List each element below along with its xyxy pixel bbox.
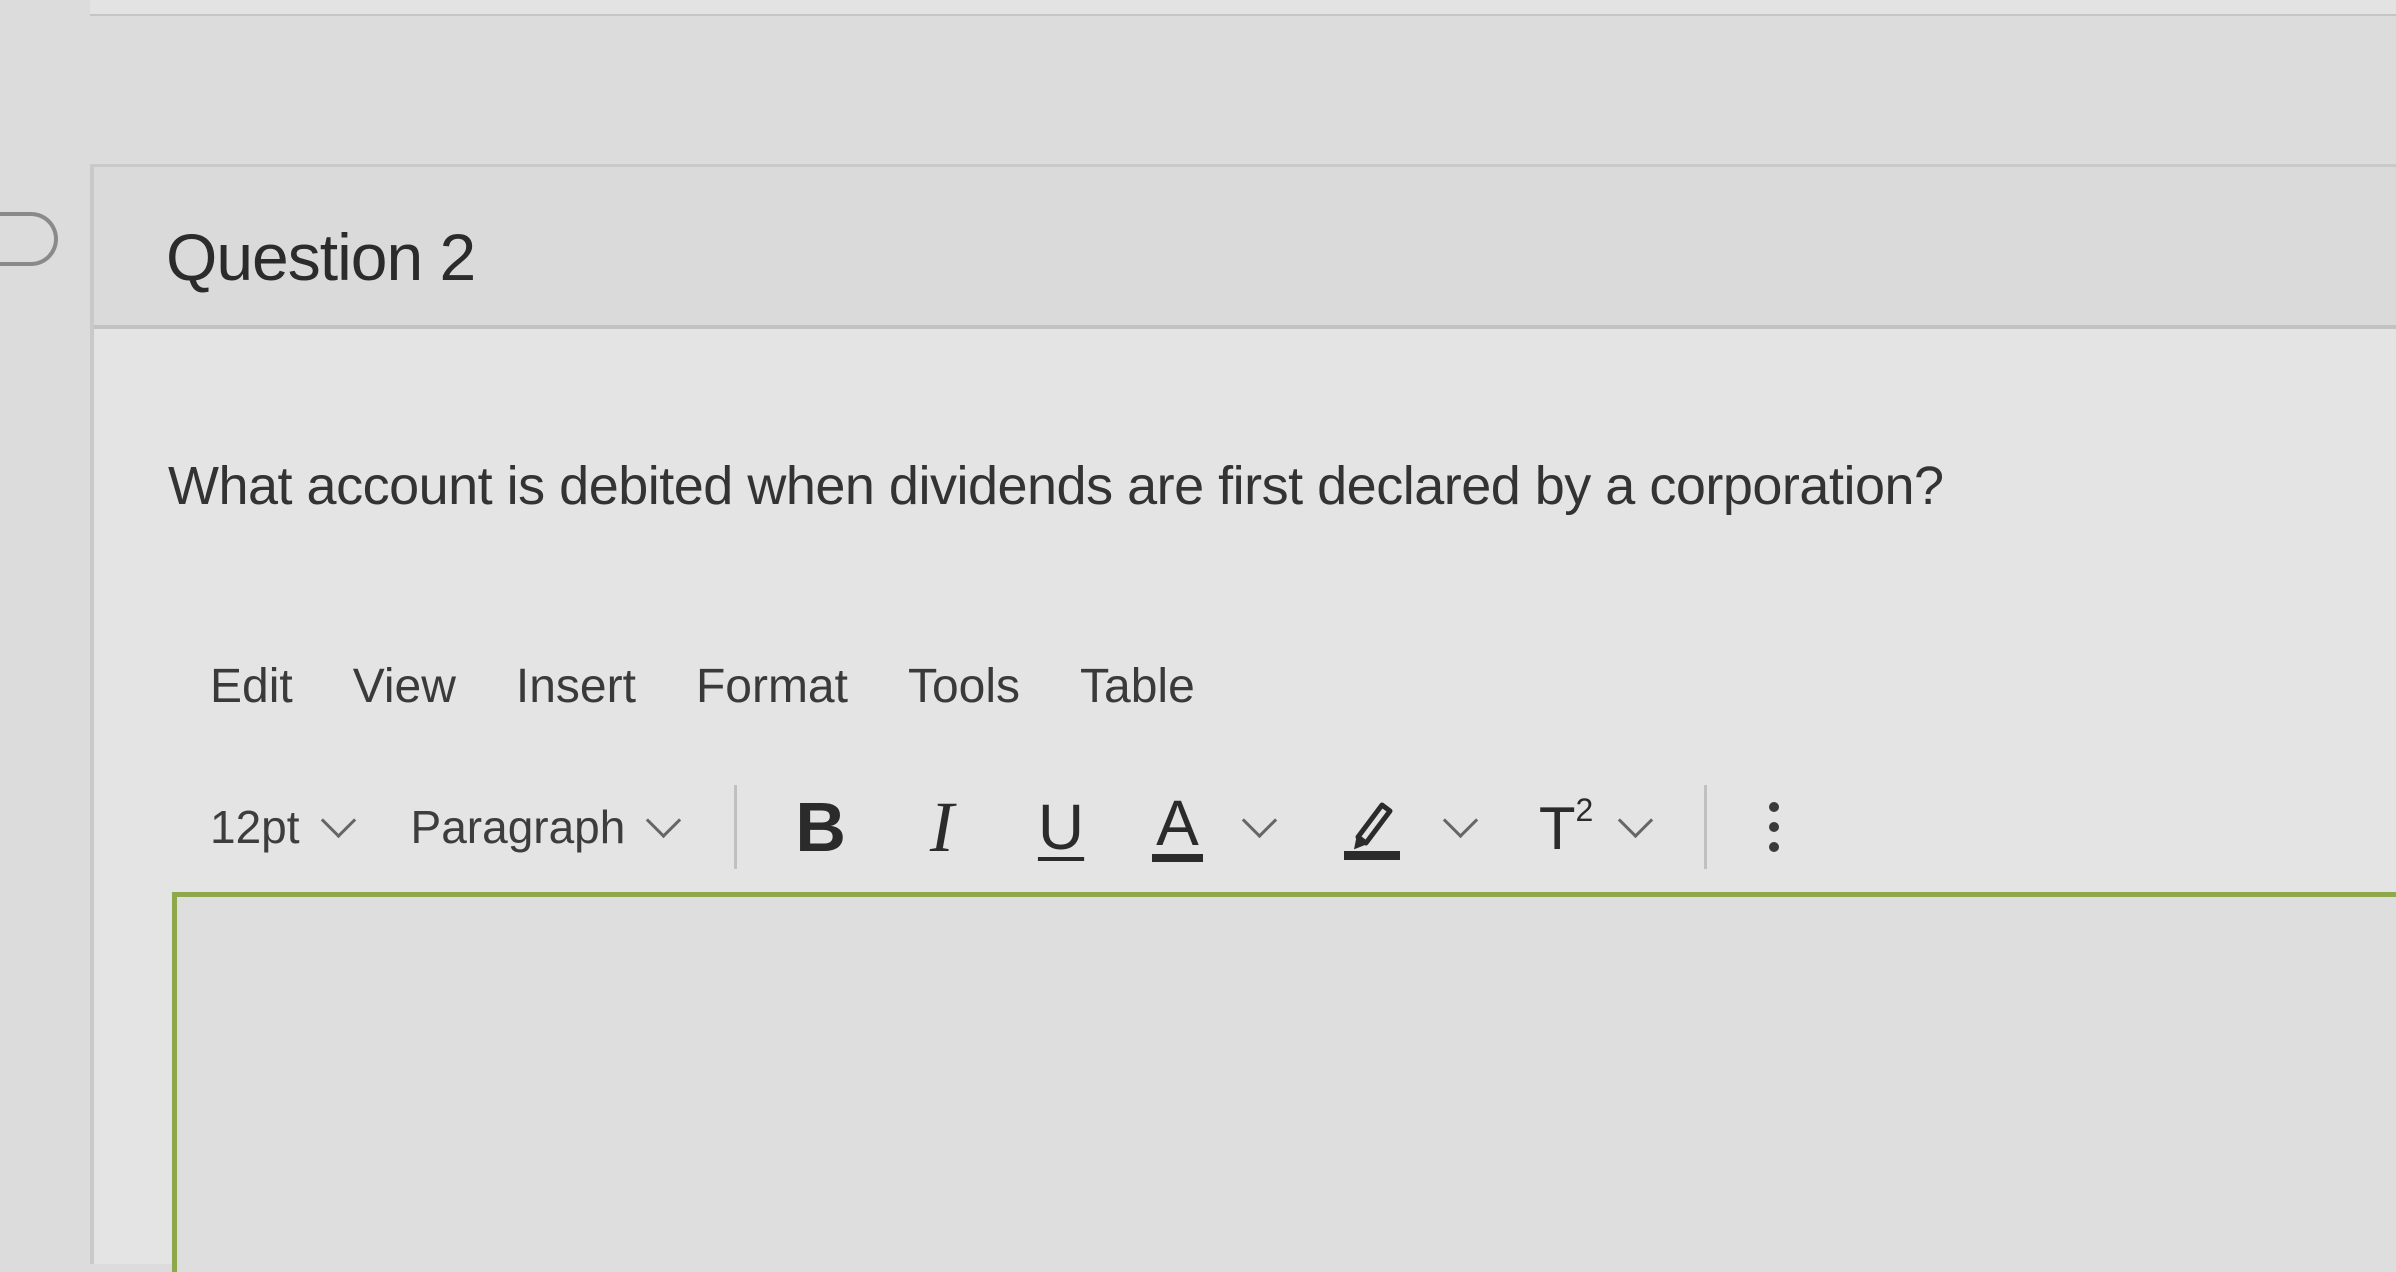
top-separator bbox=[90, 0, 2396, 16]
menu-tools[interactable]: Tools bbox=[908, 659, 1020, 714]
more-options-button[interactable] bbox=[1765, 782, 1780, 872]
toolbar-divider bbox=[1704, 785, 1708, 869]
menu-table[interactable]: Table bbox=[1080, 659, 1195, 714]
block-format-select[interactable]: Paragraph bbox=[410, 800, 682, 854]
chevron-down-icon bbox=[320, 802, 356, 838]
menu-view[interactable]: View bbox=[353, 659, 456, 714]
text-color-button[interactable]: A bbox=[1152, 782, 1277, 872]
answer-editor[interactable] bbox=[172, 892, 2396, 1272]
bold-button[interactable]: B bbox=[795, 782, 846, 872]
question-text: What account is debited when dividends a… bbox=[168, 456, 1944, 516]
highlight-pen-icon bbox=[1343, 791, 1400, 863]
chevron-down-icon bbox=[1442, 802, 1478, 838]
underline-icon: U bbox=[1037, 791, 1085, 863]
menu-format[interactable]: Format bbox=[696, 659, 848, 714]
toolbar-divider bbox=[734, 785, 738, 869]
block-format-value: Paragraph bbox=[410, 801, 626, 853]
superscript-icon: T2 bbox=[1538, 791, 1594, 862]
italic-icon: I bbox=[929, 786, 954, 867]
editor-menu-bar: Edit View Insert Format Tools Table bbox=[210, 651, 1255, 721]
editor-toolbar: 12pt Paragraph B I U A T2 bbox=[210, 779, 1835, 875]
flag-outline-icon[interactable] bbox=[0, 212, 58, 266]
highlight-color-button[interactable] bbox=[1343, 782, 1478, 872]
bold-icon: B bbox=[795, 788, 846, 866]
superscript-button[interactable]: T2 bbox=[1538, 782, 1654, 872]
menu-insert[interactable]: Insert bbox=[516, 659, 636, 714]
chevron-down-icon bbox=[1618, 802, 1654, 838]
chevron-down-icon bbox=[1241, 802, 1277, 838]
chevron-down-icon bbox=[646, 802, 682, 838]
italic-button[interactable]: I bbox=[930, 782, 954, 872]
text-color-icon: A bbox=[1152, 786, 1203, 868]
more-vertical-icon bbox=[1769, 802, 1780, 852]
menu-edit[interactable]: Edit bbox=[210, 659, 293, 714]
underline-button[interactable]: U bbox=[1038, 782, 1084, 872]
question-title: Question 2 bbox=[166, 220, 476, 294]
font-size-value: 12pt bbox=[210, 801, 300, 853]
question-header: Question 2 bbox=[94, 167, 2396, 329]
font-size-select[interactable]: 12pt bbox=[210, 800, 356, 854]
